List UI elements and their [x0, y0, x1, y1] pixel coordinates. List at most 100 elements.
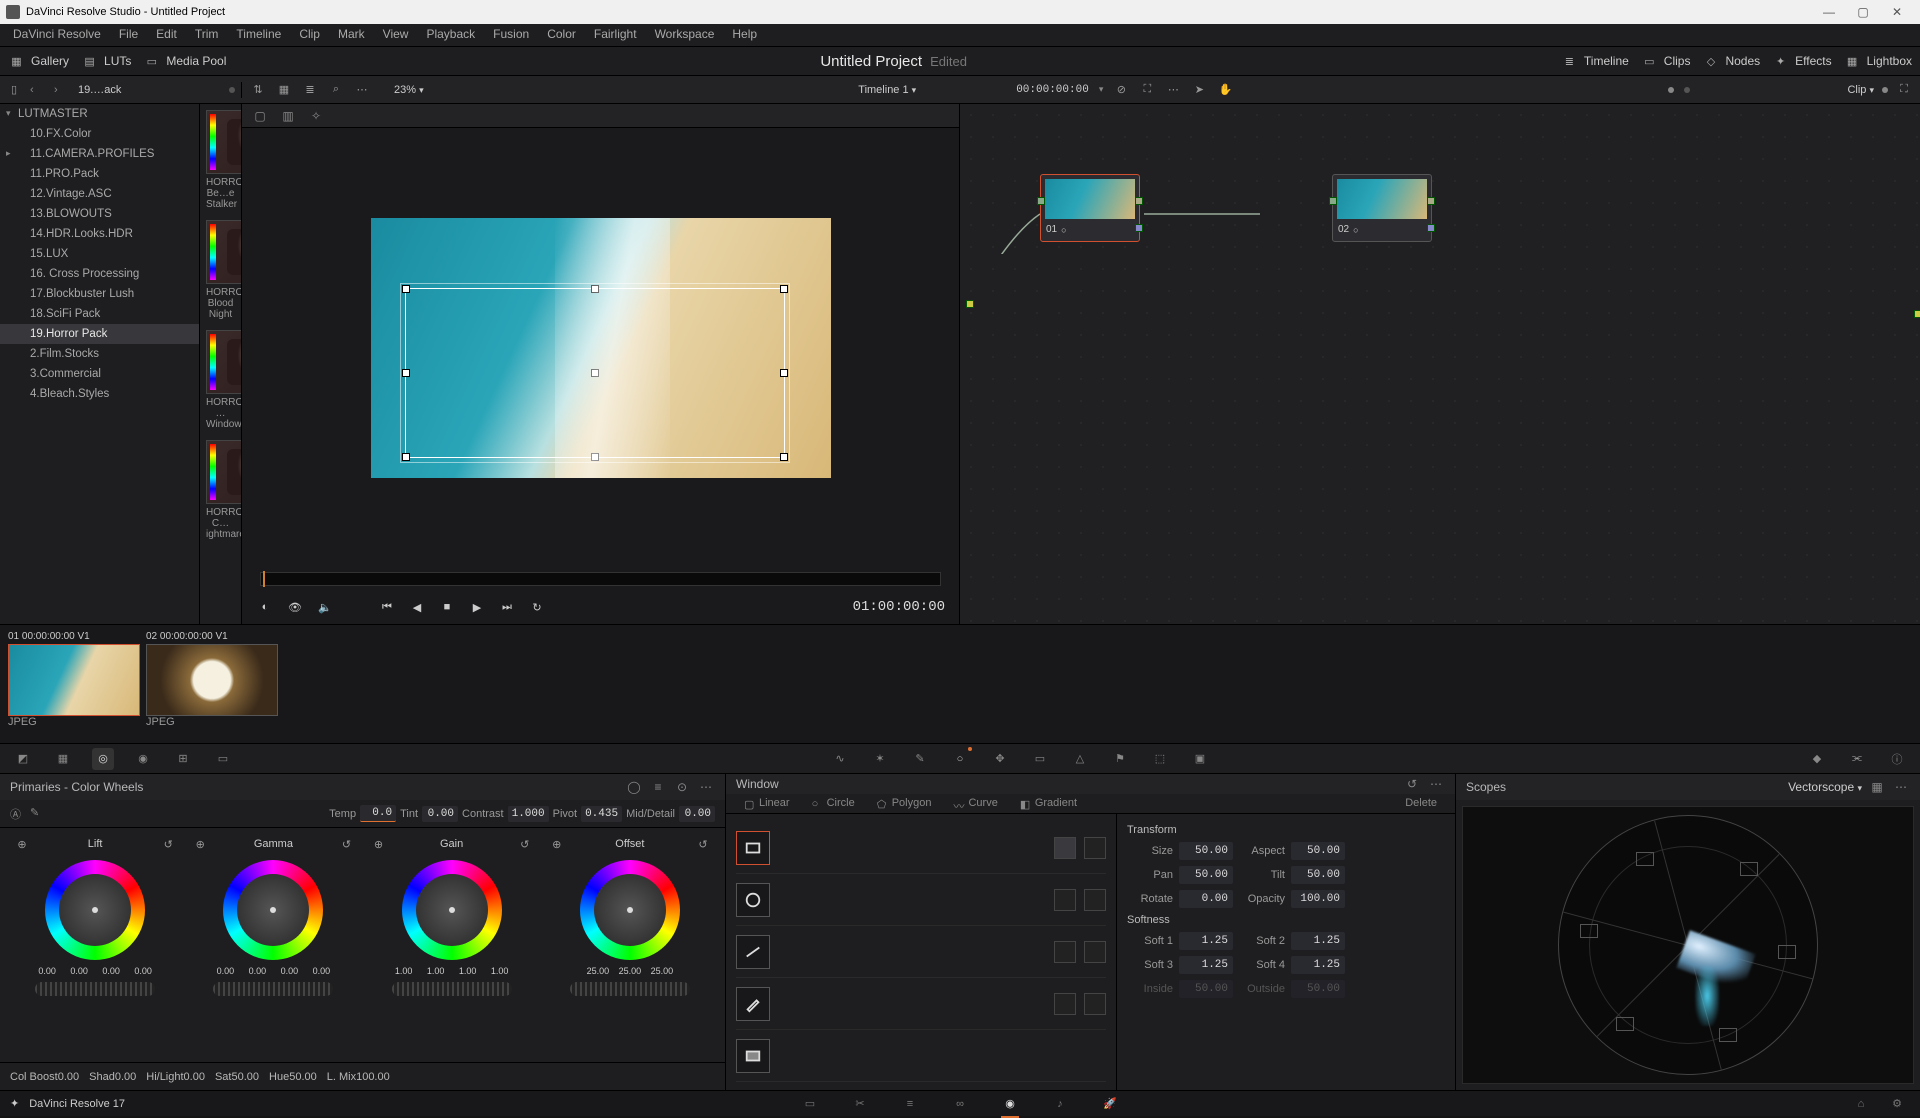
- power-window-rect[interactable]: [405, 288, 785, 458]
- pw-handle-c[interactable]: [591, 369, 599, 377]
- gallery-toggle[interactable]: ▦Gallery: [8, 53, 69, 70]
- playhead[interactable]: [263, 571, 265, 587]
- lut-folder-item[interactable]: ▾LUTMASTER: [0, 104, 199, 124]
- lut-folder-item[interactable]: 11.PRO.Pack: [0, 164, 199, 184]
- shape-mask-toggle[interactable]: [1054, 993, 1076, 1015]
- shape-invert-toggle[interactable]: [1084, 993, 1106, 1015]
- wheel-picker-icon[interactable]: ⊕: [192, 836, 208, 852]
- shape-circle-tab[interactable]: ○Circle: [804, 794, 863, 812]
- bypass-icon[interactable]: ⊘: [1113, 82, 1129, 98]
- mediapool-toggle[interactable]: ▭Media Pool: [143, 53, 226, 70]
- primaries-mode-1-icon[interactable]: ◯: [625, 778, 643, 796]
- opacity-value[interactable]: 100.00: [1291, 890, 1345, 908]
- window-options-icon[interactable]: ⋯: [1427, 775, 1445, 793]
- wheel-value[interactable]: 1.00: [389, 966, 419, 976]
- window-icon[interactable]: ○: [949, 748, 971, 770]
- zoom-level[interactable]: 23% ▾: [394, 84, 424, 96]
- play-button[interactable]: ▶: [468, 598, 486, 616]
- wheel-value[interactable]: 0.00: [64, 966, 94, 976]
- lut-folder-item[interactable]: ▸11.CAMERA.PROFILES: [0, 144, 199, 164]
- wheel-jog[interactable]: [35, 982, 155, 996]
- wheel-value[interactable]: 1.00: [453, 966, 483, 976]
- hilight-value[interactable]: 0.00: [184, 1071, 205, 1083]
- wheel-value[interactable]: 0.00: [32, 966, 62, 976]
- scopes-icon[interactable]: ⫘: [1846, 748, 1868, 770]
- wheel-value[interactable]: 0.00: [96, 966, 126, 976]
- source-connector[interactable]: [966, 300, 974, 308]
- wheel-reset-icon[interactable]: ↺: [160, 836, 176, 852]
- wheel-value[interactable]: 25.00: [647, 966, 677, 976]
- menu-edit[interactable]: Edit: [147, 24, 186, 46]
- wheel-value[interactable]: 0.00: [128, 966, 158, 976]
- clip-item[interactable]: 01 00:00:00:00 V1JPEG: [8, 629, 140, 728]
- magic-mask-icon[interactable]: ▭: [1029, 748, 1051, 770]
- pw-handle-br[interactable]: [780, 453, 788, 461]
- scope-expand-icon[interactable]: ⛶: [1896, 82, 1912, 98]
- tilt-value[interactable]: 50.00: [1291, 866, 1345, 884]
- lmix-value[interactable]: 100.00: [356, 1071, 390, 1083]
- menu-view[interactable]: View: [374, 24, 418, 46]
- wheel-reset-icon[interactable]: ↺: [339, 836, 355, 852]
- wand-icon[interactable]: ✧: [306, 107, 326, 125]
- color-wheel[interactable]: [580, 860, 680, 960]
- aspect-value[interactable]: 50.00: [1291, 842, 1345, 860]
- menu-davinci-resolve[interactable]: DaVinci Resolve: [4, 24, 110, 46]
- clip-item[interactable]: 02 00:00:00:00 V1JPEG: [146, 629, 278, 728]
- shape-invert-toggle[interactable]: [1084, 837, 1106, 859]
- shape-row-gradient[interactable]: [736, 1030, 1106, 1082]
- tracker-icon[interactable]: ✥: [989, 748, 1011, 770]
- eye-icon[interactable]: 👁: [286, 598, 304, 616]
- pointer-icon[interactable]: ➤: [1191, 82, 1207, 98]
- clip-dropdown[interactable]: Clip ▾: [1847, 84, 1874, 96]
- viewer-options-icon[interactable]: ⋯: [1165, 82, 1181, 98]
- color-node[interactable]: 02 ○: [1332, 174, 1432, 242]
- primaries-mode-3-icon[interactable]: ⊙: [673, 778, 691, 796]
- close-button[interactable]: ✕: [1880, 0, 1914, 24]
- qualifier-icon[interactable]: ✎: [909, 748, 931, 770]
- lut-folder-item[interactable]: 2.Film.Stocks: [0, 344, 199, 364]
- soft3-value[interactable]: 1.25: [1179, 956, 1233, 974]
- highlight-icon[interactable]: ▢: [250, 107, 270, 125]
- soft2-value[interactable]: 1.25: [1291, 932, 1345, 950]
- color-wheel[interactable]: [45, 860, 145, 960]
- wheel-value[interactable]: 25.00: [583, 966, 613, 976]
- nodes-toggle[interactable]: ◇Nodes: [1702, 53, 1760, 70]
- primaries-icon[interactable]: ◎: [92, 748, 114, 770]
- menu-fairlight[interactable]: Fairlight: [585, 24, 646, 46]
- lut-folder-item[interactable]: 19.Horror Pack: [0, 324, 199, 344]
- pan-value[interactable]: 50.00: [1179, 866, 1233, 884]
- output-connector[interactable]: [1914, 310, 1920, 318]
- hdr-icon[interactable]: ◉: [132, 748, 154, 770]
- middetail-value[interactable]: 0.00: [679, 806, 715, 822]
- list-view-icon[interactable]: ≣: [302, 82, 318, 98]
- loop-button[interactable]: ↻: [528, 598, 546, 616]
- shape-curve-tab[interactable]: 〰Curve: [945, 794, 1005, 812]
- shape-mask-toggle[interactable]: [1054, 837, 1076, 859]
- shad-value[interactable]: 0.00: [115, 1071, 136, 1083]
- menu-file[interactable]: File: [110, 24, 147, 46]
- menu-clip[interactable]: Clip: [290, 24, 329, 46]
- shape-circle-swatch[interactable]: [736, 883, 770, 917]
- grid-view-icon[interactable]: ▦: [276, 82, 292, 98]
- color-page-icon[interactable]: ◉: [997, 1094, 1023, 1114]
- clips-toggle[interactable]: ▭Clips: [1641, 53, 1691, 70]
- shape-grad-swatch[interactable]: [736, 1039, 770, 1073]
- fusion-page-icon[interactable]: ∞: [947, 1094, 973, 1114]
- primaries-mode-2-icon[interactable]: ≡: [649, 778, 667, 796]
- rotate-value[interactable]: 0.00: [1179, 890, 1233, 908]
- maximize-button[interactable]: ▢: [1846, 0, 1880, 24]
- shape-invert-toggle[interactable]: [1084, 889, 1106, 911]
- lut-folder-item[interactable]: 17.Blockbuster Lush: [0, 284, 199, 304]
- contrast-value[interactable]: 1.000: [508, 806, 549, 822]
- lut-folder-item[interactable]: 10.FX.Color: [0, 124, 199, 144]
- lut-folder-item[interactable]: 14.HDR.Looks.HDR: [0, 224, 199, 244]
- pw-handle-tr[interactable]: [780, 285, 788, 293]
- breadcrumb[interactable]: 19.…ack: [78, 84, 221, 96]
- timeline-toggle[interactable]: ≣Timeline: [1561, 53, 1629, 70]
- shape-rect-swatch[interactable]: [736, 831, 770, 865]
- sizing-icon[interactable]: ⬚: [1149, 748, 1171, 770]
- lut-folder-item[interactable]: 4.Bleach.Styles: [0, 384, 199, 404]
- wheel-value[interactable]: 1.00: [485, 966, 515, 976]
- node-editor[interactable]: 01 ○02 ○: [960, 104, 1920, 624]
- pw-handle-tc[interactable]: [591, 285, 599, 293]
